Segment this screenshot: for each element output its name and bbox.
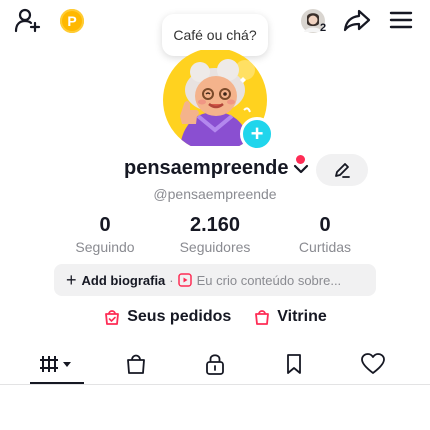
account-avatar-icon[interactable]: 2 [298,6,328,36]
add-photo-button[interactable]: + [240,117,274,151]
tab-shop[interactable] [106,344,166,384]
bookmark-icon [287,354,301,374]
showcase-label: Vitrine [277,308,327,325]
notifications-count: 2 [320,22,327,34]
tab-saved[interactable] [264,344,324,384]
orders-link[interactable]: Seus pedidos [103,308,231,326]
orders-bag-icon [105,310,120,325]
stat-label: Curtidas [298,239,352,255]
plus-icon: + [66,269,77,290]
shop-links: Seus pedidos Vitrine [0,308,430,326]
stat-followers[interactable]: 2.160 Seguidores [160,214,270,255]
tabs-divider [0,384,430,385]
stat-following[interactable]: 0 Seguindo [50,214,160,255]
showcase-bag-icon [255,310,270,325]
menu-icon[interactable] [388,8,414,32]
add-friend-icon[interactable] [14,8,42,34]
edit-profile-button[interactable] [316,154,368,186]
showcase-link[interactable]: Vitrine [253,308,327,326]
tab-private[interactable] [185,344,245,384]
add-bio-label: Add biografia [81,272,166,288]
stat-label: Seguindo [75,239,135,255]
username[interactable]: pensaempreende [124,157,309,180]
stat-value: 2.160 [189,214,241,236]
stat-label: Seguidores [179,239,251,255]
orders-label: Seus pedidos [127,308,232,325]
tab-liked[interactable] [343,344,403,384]
lock-icon [206,354,224,375]
stat-value: 0 [99,214,111,236]
bio-sample-text: Eu crio conteúdo sobre... [196,272,342,288]
heart-icon [361,353,385,374]
bio-sample: Eu crio conteúdo sobre... [177,272,342,288]
bag-icon [127,354,145,374]
profile-tabs [0,344,430,384]
add-bio-button[interactable]: + Add biografia [66,270,165,291]
tab-videos[interactable] [27,344,87,384]
share-icon[interactable] [343,7,371,33]
user-handle: @pensaempreende [153,186,277,202]
username-text: pensaempreende [124,157,289,179]
bio-separator: · [169,272,174,288]
play-box-icon [177,273,192,287]
chevron-down-icon[interactable] [293,163,309,175]
coin-icon[interactable]: P [60,9,84,33]
pencil-icon [335,163,350,178]
notification-dot [296,155,305,164]
stat-value: 0 [319,214,331,236]
stat-likes[interactable]: 0 Curtidas [270,214,380,255]
grid-icon [40,356,71,372]
add-bio-bar[interactable]: + Add biografia · Eu crio conteúdo sobre… [54,264,376,296]
